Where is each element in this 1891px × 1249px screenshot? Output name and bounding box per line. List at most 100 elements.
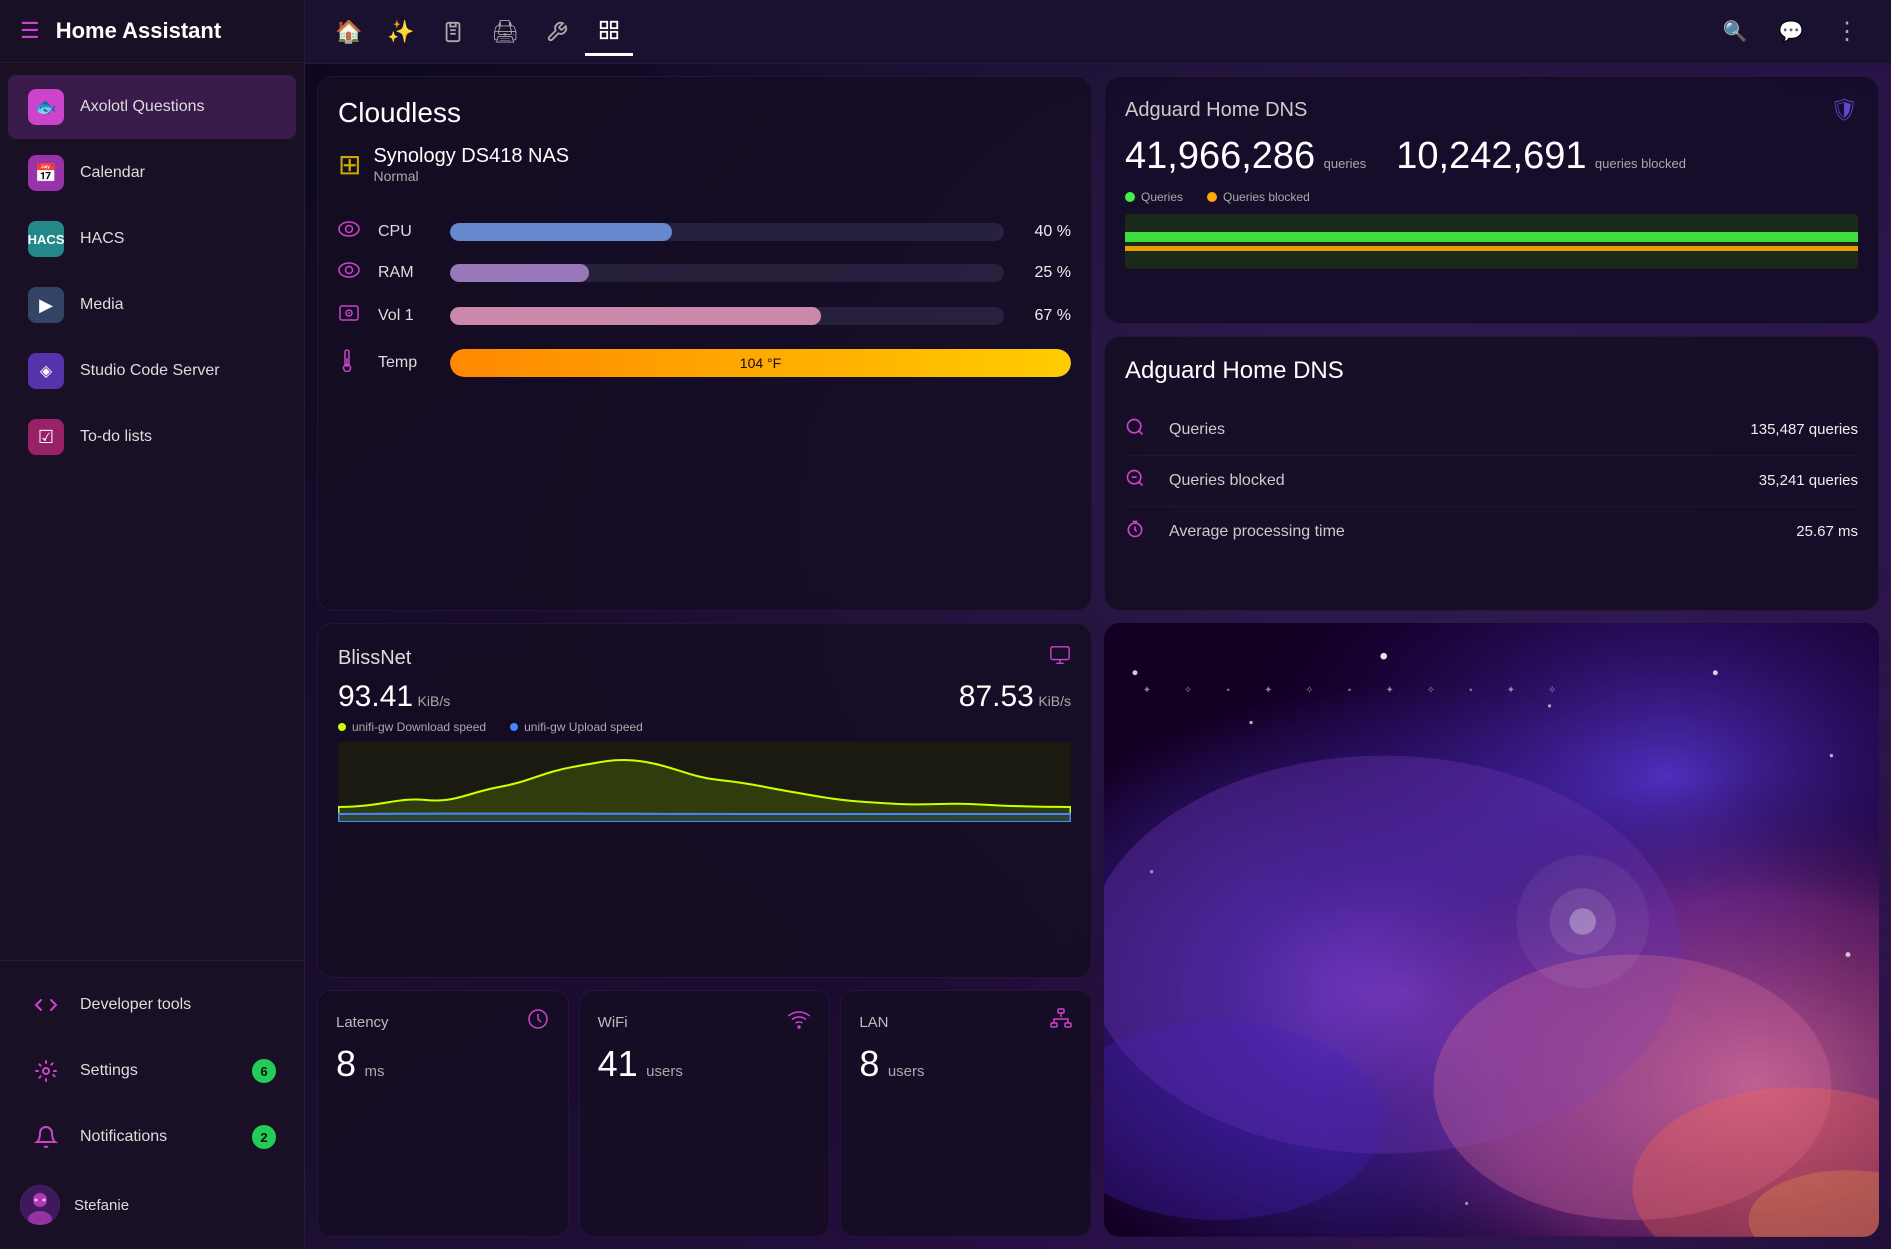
galaxy-image: [1104, 623, 1879, 1237]
blocked-row-label: Queries blocked: [1169, 472, 1743, 490]
queries-dot: [1125, 192, 1135, 202]
nav-print-icon[interactable]: 🖨: [481, 8, 529, 56]
nas-icon: ⊞: [338, 148, 361, 181]
disk-icon: [338, 302, 366, 330]
eye-icon: [338, 220, 366, 243]
sidebar-item-label: Developer tools: [80, 996, 191, 1014]
lan-header: LAN: [859, 1007, 1073, 1037]
main-content: 🏠 ✨ 🖨: [305, 0, 1891, 1249]
latency-card: Latency 8 ms: [317, 990, 569, 1237]
shield-icon: 🛡: [1830, 97, 1858, 123]
ram-bar-bg: [450, 264, 1004, 282]
adguard-queries-row: Queries 135,487 queries: [1125, 405, 1858, 456]
wifi-value: 41: [598, 1043, 638, 1084]
sidebar-user[interactable]: Stefanie: [0, 1171, 304, 1239]
cpu-label: CPU: [378, 223, 438, 241]
ram-value: 25 %: [1016, 264, 1071, 282]
notifications-icon: [28, 1119, 64, 1155]
top-nav-right: 🔍 💬 ⋮: [1711, 8, 1871, 56]
clock-icon: [526, 1007, 550, 1037]
nav-sparkles-icon[interactable]: ✨: [377, 8, 425, 56]
adguard-time-row: Average processing time 25.67 ms: [1125, 507, 1858, 557]
vol-value: 67 %: [1016, 307, 1071, 325]
sidebar-item-label: Calendar: [80, 164, 145, 182]
sidebar-header: ☰ Home Assistant: [0, 0, 304, 63]
queries-row-value: 135,487 queries: [1750, 421, 1858, 438]
adguard-chart: [1125, 214, 1858, 269]
top-nav-icons: 🏠 ✨ 🖨: [325, 8, 1703, 56]
sidebar-item-studio-code-server[interactable]: ◈ Studio Code Server: [8, 339, 296, 403]
time-row-label: Average processing time: [1169, 523, 1780, 541]
queries-count: 41,966,286: [1125, 135, 1315, 177]
cpu-value: 40 %: [1016, 223, 1071, 241]
temp-metric: Temp 104 °F: [338, 348, 1071, 378]
axolotl-icon: 🐟: [28, 89, 64, 125]
wifi-card: WiFi 41 users: [579, 990, 831, 1237]
eye-icon-2: [338, 261, 366, 284]
search-icon[interactable]: 🔍: [1711, 8, 1759, 56]
blocked-legend-item: Queries blocked: [1207, 190, 1310, 204]
latency-unit: ms: [364, 1063, 384, 1080]
speed-legend: unifi-gw Download speed unifi-gw Upload …: [338, 720, 1071, 734]
bottom-stats-row: Latency 8 ms WiFi 41: [317, 990, 1092, 1237]
nav-home-icon[interactable]: 🏠: [325, 8, 373, 56]
blocked-row-value: 35,241 queries: [1759, 472, 1858, 489]
sidebar-nav: 🐟 Axolotl Questions 📅 Calendar HACS HACS…: [0, 63, 304, 960]
sidebar-item-axolotl-questions[interactable]: 🐟 Axolotl Questions: [8, 75, 296, 139]
thermometer-icon: [338, 348, 366, 378]
nas-name: Synology DS418 NAS: [373, 145, 569, 168]
hacs-icon: HACS: [28, 221, 64, 257]
nas-status: Normal: [373, 168, 569, 184]
sidebar-item-notifications[interactable]: Notifications 2: [8, 1105, 296, 1169]
sidebar-bottom: Developer tools Settings 6 Notifications…: [0, 960, 304, 1249]
sidebar-item-label: Settings: [80, 1062, 138, 1080]
blissnet-title: BlissNet: [338, 647, 411, 670]
nav-clipboard-icon[interactable]: [429, 8, 477, 56]
vol-bar-bg: [450, 307, 1004, 325]
blissnet-card: BlissNet 93.41 KiB/s 87.53 KiB/s un: [317, 623, 1092, 978]
media-icon: ▶: [28, 287, 64, 323]
vol-metric: Vol 1 67 %: [338, 302, 1071, 330]
nav-grid-icon[interactable]: [585, 8, 633, 56]
sidebar-item-developer-tools[interactable]: Developer tools: [8, 973, 296, 1037]
adguard-blocked-row: Queries blocked 35,241 queries: [1125, 456, 1858, 507]
top-nav: 🏠 ✨ 🖨: [305, 0, 1891, 64]
latency-header: Latency: [336, 1007, 550, 1037]
sidebar-item-settings[interactable]: Settings 6: [8, 1039, 296, 1103]
sidebar-item-to-do-lists[interactable]: ☑ To-do lists: [8, 405, 296, 469]
sidebar-item-hacs[interactable]: HACS HACS: [8, 207, 296, 271]
download-dot: [338, 723, 346, 731]
dashboard: Cloudless ⊞ Synology DS418 NAS Normal CP…: [305, 64, 1891, 1249]
timer-icon: [1125, 519, 1153, 545]
more-icon[interactable]: ⋮: [1823, 8, 1871, 56]
cpu-bar-bg: [450, 223, 1004, 241]
hamburger-icon[interactable]: ☰: [20, 18, 40, 44]
queries-label: queries: [1324, 156, 1367, 171]
sidebar-item-calendar[interactable]: 📅 Calendar: [8, 141, 296, 205]
nav-tool-icon[interactable]: [533, 8, 581, 56]
wifi-icon: [787, 1007, 811, 1037]
temp-value: 104 °F: [450, 349, 1071, 377]
chat-icon[interactable]: 💬: [1767, 8, 1815, 56]
ram-label: RAM: [378, 264, 438, 282]
upload-dot: [510, 723, 518, 731]
queries-legend-item: Queries: [1125, 190, 1183, 204]
lan-card: LAN 8 users: [840, 990, 1092, 1237]
blissnet-header: BlissNet: [338, 644, 1071, 672]
wifi-header: WiFi: [598, 1007, 812, 1037]
network-chart: [338, 742, 1071, 822]
notifications-badge: 2: [252, 1125, 276, 1149]
upload-legend: unifi-gw Upload speed: [510, 720, 643, 734]
sidebar-item-media[interactable]: ▶ Media: [8, 273, 296, 337]
sidebar: ☰ Home Assistant 🐟 Axolotl Questions 📅 C…: [0, 0, 305, 1249]
latency-value: 8: [336, 1043, 356, 1084]
search-icon: [1125, 417, 1153, 443]
cloudless-title: Cloudless: [338, 97, 1071, 129]
wifi-label: WiFi: [598, 1014, 628, 1031]
download-speed: 93.41 KiB/s: [338, 680, 450, 714]
nas-header: ⊞ Synology DS418 NAS Normal: [338, 145, 1071, 200]
blocked-count: 10,242,691: [1396, 135, 1586, 177]
adguard-numbers: 41,966,286 queries 10,242,691 queries bl…: [1125, 135, 1858, 178]
blocked-icon: [1125, 468, 1153, 494]
monitor-icon: [1049, 644, 1071, 672]
